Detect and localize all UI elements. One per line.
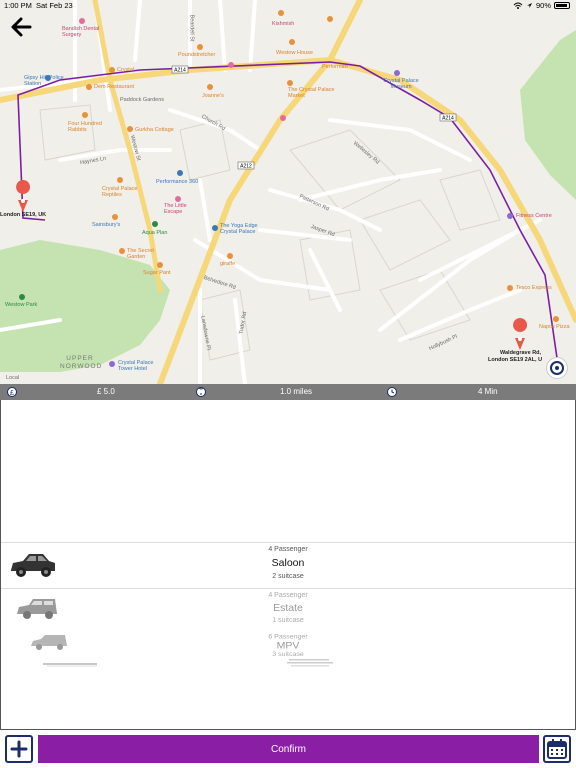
poi-police-station: Gipsy Hill Police Station: [24, 75, 64, 87]
trip-price: £ 5.0: [97, 387, 115, 396]
trip-duration: 4 Min: [478, 387, 498, 396]
vehicle-suitcases: 2 suitcase: [272, 573, 304, 580]
trip-distance: 1.0 miles: [280, 387, 313, 396]
calendar-icon: [547, 739, 567, 759]
clock-icon: [387, 387, 397, 397]
vehicle-picker[interactable]: 4 Passenger Saloon 2 suitcase 4 Passenge…: [0, 400, 576, 730]
locate-icon: [550, 361, 564, 375]
poi-little-escape: The Little Escape: [164, 203, 187, 215]
poi-local: Local: [6, 375, 20, 381]
screen: A214 A212 A214 Westow St Church Rd Paddo…: [0, 0, 576, 768]
add-stop-button[interactable]: [5, 735, 33, 763]
poi-four-hundred-rabbits: Four Hundred Rabbits: [68, 121, 102, 133]
street-label-paddock-gardens: Paddock Gardens: [120, 97, 165, 103]
confirm-button[interactable]: Confirm: [38, 735, 539, 763]
map-canvas: A214 A212 A214: [0, 0, 576, 384]
poi-tower-hotel: Crystal Palace Tower Hotel: [118, 360, 154, 372]
vehicle-suitcases: 3 suitcase: [272, 651, 304, 658]
road-badge-a212: A212: [240, 164, 252, 170]
add-icon: [10, 740, 28, 758]
picker-row-compressed: [287, 659, 333, 667]
poi-kishmish: Kishmish: [272, 21, 295, 27]
destination-label-line2: London SE19 2AL, U: [488, 357, 543, 363]
poi-secret-garden: The Secret Garden: [127, 248, 154, 260]
poi-dental-surgery: Bandish Dental Surgery: [62, 26, 100, 38]
vehicle-passengers: 4 Passenger: [268, 546, 308, 553]
area-upper-norwood: UPPER NORWOOD: [60, 355, 103, 370]
poi-yoga-edge: The Yoga Edge Crystal Palace: [220, 223, 258, 235]
poi-performance: Performan: [322, 64, 348, 70]
status-bar: 1:00 PM Sat Feb 23 90%: [0, 0, 576, 12]
vehicle-name: MPV: [276, 640, 300, 652]
vehicle-passengers: 4 Passenger: [268, 592, 308, 599]
poi-poundstretcher: Poundstretcher: [178, 52, 216, 58]
poi-sainsburys: Sainsbury's: [92, 222, 121, 228]
pin-icon: [196, 387, 206, 397]
poi-giraffe: giraffe: [220, 261, 236, 267]
street-label-beardell-st: Beardell St: [188, 14, 195, 42]
route-map[interactable]: A214 A212 A214 Westow St Church Rd Paddo…: [0, 0, 576, 384]
poi-tesco-express: Tesco Express: [516, 285, 552, 291]
poi-fitness-centre: Fitness Centre: [516, 213, 552, 219]
poi-joannes: Joanne's: [202, 93, 224, 99]
vehicle-option-saloon[interactable]: 4 Passenger Saloon 2 suitcase: [1, 546, 575, 580]
poi-dem-restaurant: Dem Restaurant: [94, 84, 135, 90]
poi-crystal-palace-market: The Crystal Palace Market: [288, 87, 335, 99]
poi-sugar-pant: Sugar Pant: [143, 270, 171, 276]
vehicle-name: Saloon: [271, 557, 305, 569]
road-badge-a214-west: A214: [174, 68, 186, 74]
pound-icon: £: [7, 387, 17, 397]
poi-crystal: Crystal: [117, 67, 135, 73]
poi-performance-360: Performance 360: [156, 179, 199, 185]
minibus-car-icon: [43, 663, 97, 667]
road-badge-a214-east: A214: [442, 116, 454, 122]
status-time: 1:00 PM: [4, 1, 32, 10]
poi-napoli-pizza: Napoli Pizza: [539, 324, 570, 330]
locate-me-button[interactable]: [546, 357, 568, 379]
location-arrow-icon: [526, 3, 532, 8]
poi-reptiles: Crystal Palace Reptiles: [102, 186, 138, 198]
trip-info-bar: £ £ 5.0 1.0 miles 4 Min: [0, 384, 576, 400]
vehicle-option-mpv[interactable]: 6 Passenger MPV 3 suitcase: [1, 634, 575, 658]
poi-crystal-palace-museum: Crystal Palace Museum: [383, 78, 419, 90]
destination-label-line1: Waldegrave Rd,: [500, 350, 542, 356]
vehicle-option-estate[interactable]: 4 Passenger Estate 1 suitcase: [1, 592, 575, 624]
status-indicators: 90%: [513, 1, 570, 10]
bottom-toolbar: Confirm: [0, 730, 576, 768]
schedule-button[interactable]: [543, 735, 571, 763]
picker-selection-top: [1, 542, 575, 543]
poi-gurkha-cottage: Gurkha Cottage: [135, 127, 174, 133]
battery-level: [556, 4, 567, 7]
svg-text:£: £: [10, 390, 14, 396]
vehicle-name: Estate: [273, 602, 303, 614]
back-arrow-icon: [11, 17, 32, 37]
picker-selection-bottom: [1, 588, 575, 589]
vehicle-suitcases: 1 suitcase: [272, 617, 304, 624]
battery-icon: [554, 2, 570, 9]
battery-percent: 90%: [535, 1, 551, 10]
status-date: Sat Feb 23: [36, 1, 73, 10]
poi-westow-house: Westow House: [276, 50, 313, 56]
vehicle-passengers: 6 Passenger: [268, 634, 308, 641]
back-button[interactable]: [10, 17, 32, 37]
origin-label: London SE19, UK: [0, 212, 47, 218]
poi-westow-park: Westow Park: [5, 302, 38, 308]
wifi-icon: [513, 2, 523, 9]
poi-aqua-plan: Aqua Plan: [142, 230, 168, 236]
